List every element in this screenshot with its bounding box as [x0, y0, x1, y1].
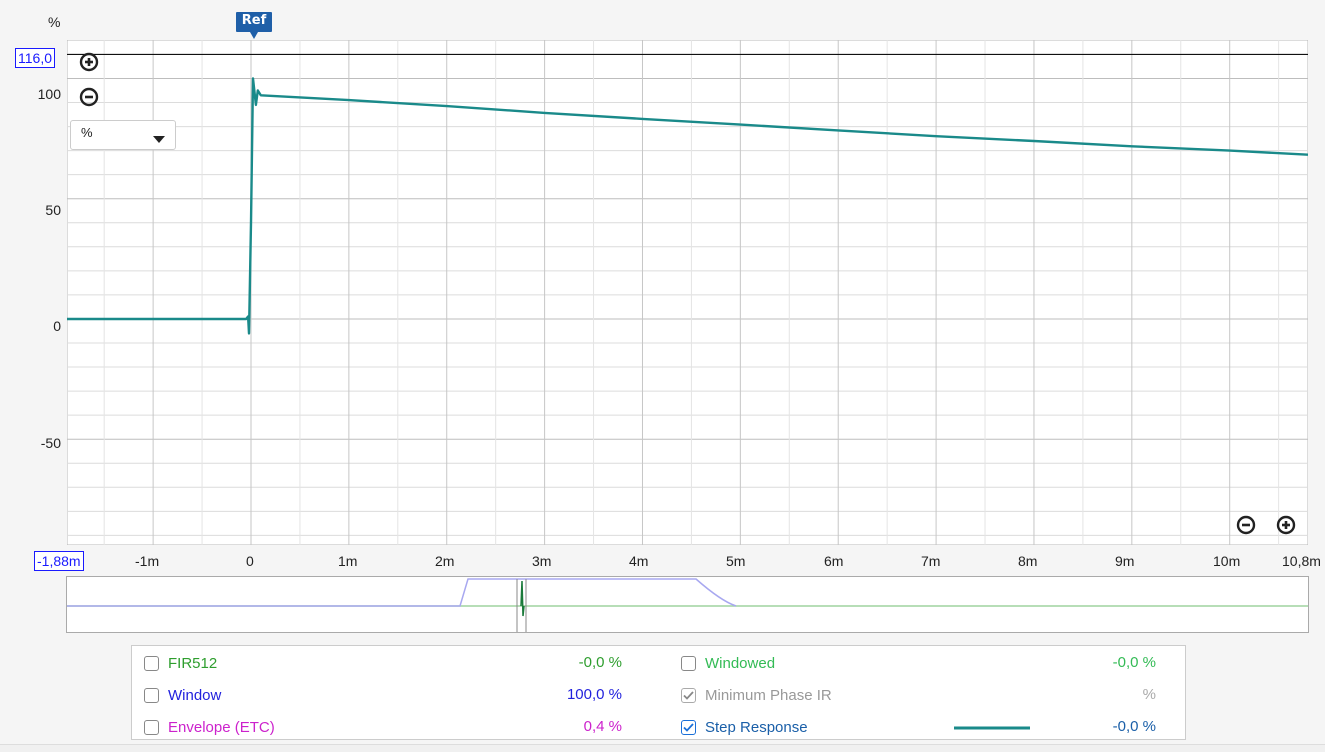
legend-label: Envelope (ETC) — [168, 718, 275, 736]
legend-value: -0,0 % — [1112, 654, 1156, 671]
zoom-in-x-icon[interactable] — [1276, 515, 1296, 535]
x-tick-label: 0 — [246, 553, 254, 569]
legend-value: -0,0 % — [1112, 718, 1156, 735]
legend-value: 100,0 % — [566, 686, 622, 703]
x-tick-label: 8m — [1018, 553, 1038, 569]
unit-dropdown[interactable]: % — [70, 120, 176, 150]
zoom-in-y-icon[interactable] — [79, 52, 99, 72]
x-tick-label: 10,8m — [1282, 553, 1321, 569]
y-tick-label: -50 — [40, 435, 61, 451]
y-axis-unit: % — [48, 14, 61, 30]
fir512-checkbox[interactable] — [144, 655, 159, 671]
legend-label: Windowed — [705, 654, 776, 672]
legend-item-minimum-phase-ir[interactable]: Minimum Phase IR — [681, 684, 832, 706]
legend-panel: FIR512 -0,0 % Window 100,0 % Envelope (E… — [131, 645, 1186, 740]
minimum-phase-checkbox[interactable] — [681, 687, 696, 703]
legend-value: % — [1142, 686, 1156, 703]
x-tick-label: 7m — [921, 553, 941, 569]
y-tick-label: 0 — [53, 318, 61, 334]
legend-label: Window — [168, 686, 222, 704]
unit-dropdown-value: % — [81, 125, 93, 140]
x-axis-start-value[interactable]: -1,88m — [34, 551, 84, 571]
x-tick-label: 5m — [726, 553, 746, 569]
chevron-down-icon — [153, 132, 165, 147]
overview-strip[interactable] — [66, 576, 1309, 633]
window-checkbox[interactable] — [144, 687, 159, 703]
step-response-line-swatch — [954, 726, 1030, 730]
legend-item-window[interactable]: Window — [144, 684, 221, 706]
legend-item-envelope[interactable]: Envelope (ETC) — [144, 716, 275, 738]
step-response-checkbox[interactable] — [681, 719, 696, 735]
windowed-checkbox[interactable] — [681, 655, 696, 671]
ref-marker-label: Ref — [241, 13, 267, 28]
legend-value: 0,4 % — [583, 718, 622, 735]
legend-label: Step Response — [705, 718, 808, 736]
x-tick-label: -1m — [135, 553, 160, 569]
x-tick-label: 2m — [435, 553, 455, 569]
x-tick-label: 1m — [338, 553, 358, 569]
legend-item-step-response[interactable]: Step Response — [681, 716, 808, 738]
envelope-checkbox[interactable] — [144, 719, 159, 735]
zoom-out-x-icon[interactable] — [1236, 515, 1256, 535]
legend-item-windowed[interactable]: Windowed — [681, 652, 775, 674]
legend-item-fir512[interactable]: FIR512 — [144, 652, 217, 674]
y-axis-top-value[interactable]: 116,0 — [15, 48, 55, 68]
step-response-plot[interactable] — [67, 40, 1308, 545]
checkmark-icon — [683, 722, 694, 732]
legend-label: FIR512 — [168, 654, 218, 672]
x-tick-label: 10m — [1213, 553, 1241, 569]
x-tick-label: 3m — [532, 553, 552, 569]
y-tick-label: 50 — [45, 202, 61, 218]
x-tick-label: 4m — [629, 553, 649, 569]
x-tick-label: 9m — [1115, 553, 1135, 569]
x-tick-label: 6m — [824, 553, 844, 569]
zoom-out-y-icon[interactable] — [79, 87, 99, 107]
y-tick-label: 100 — [37, 86, 61, 102]
checkmark-icon — [683, 690, 694, 700]
legend-value: -0,0 % — [578, 654, 622, 671]
legend-label: Minimum Phase IR — [705, 686, 832, 704]
